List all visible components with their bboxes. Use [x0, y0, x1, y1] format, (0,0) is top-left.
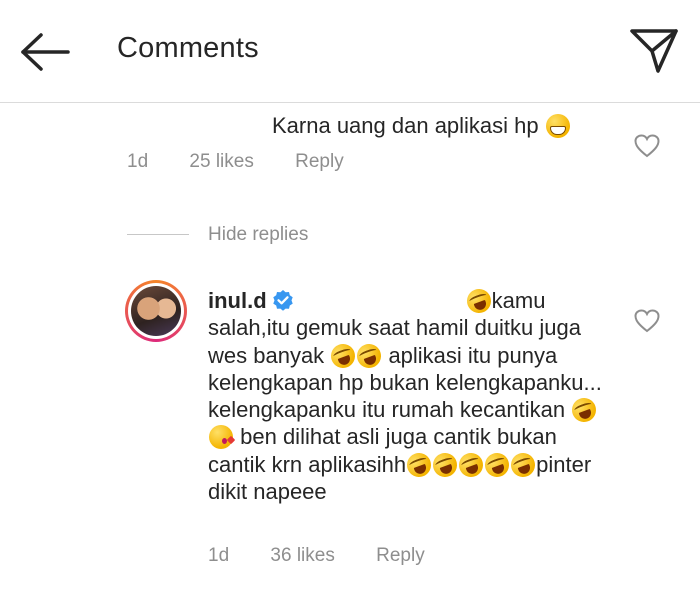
kiss-emoji-icon [209, 425, 233, 450]
heart-icon[interactable] [634, 134, 660, 158]
comment-likes[interactable]: 36 likes [270, 545, 334, 566]
username[interactable]: inul.d [208, 288, 267, 313]
laughing-emoji-icon [403, 449, 435, 481]
avatar[interactable] [125, 280, 187, 342]
comment-time: 1d [208, 545, 230, 566]
comment-body: Karna uang dan aplikasi hp [272, 113, 539, 138]
laughing-emoji-icon [481, 449, 513, 481]
verified-badge-icon [272, 290, 293, 311]
heart-icon[interactable] [634, 309, 660, 333]
laughing-emoji-icon [429, 449, 461, 481]
comment-meta: 1d 25 likes Reply [127, 151, 380, 173]
laughing-emoji-icon [353, 340, 385, 371]
laughing-emoji-icon [463, 285, 495, 317]
hide-replies-link[interactable]: Hide replies [208, 224, 308, 246]
reply-button[interactable]: Reply [295, 151, 344, 172]
paper-plane-icon [630, 29, 678, 73]
avatar-ring [128, 283, 184, 339]
reply-comment-text: inul.d kamu salah,itu gemuk saat hamil d… [208, 285, 608, 505]
comment-likes[interactable]: 25 likes [189, 151, 253, 172]
arrow-left-icon [21, 33, 70, 71]
laughing-emoji-icon [327, 340, 359, 371]
comment-time: 1d [127, 151, 149, 172]
back-button[interactable] [20, 32, 72, 72]
comment-text: Karna uang dan aplikasi hp [272, 113, 571, 139]
reply-meta: 1d 36 likes Reply [208, 545, 461, 567]
avatar-photo [131, 286, 181, 336]
laughing-emoji-icon [568, 394, 600, 426]
reply-button[interactable]: Reply [376, 545, 425, 566]
laughing-emoji-icon [507, 449, 539, 481]
grinning-face-icon [545, 114, 570, 138]
page-title: Comments [117, 32, 259, 64]
laughing-emoji-icon [455, 449, 487, 481]
share-button[interactable] [628, 27, 680, 75]
top-bar: Comments [0, 0, 700, 103]
replies-divider [127, 234, 189, 235]
